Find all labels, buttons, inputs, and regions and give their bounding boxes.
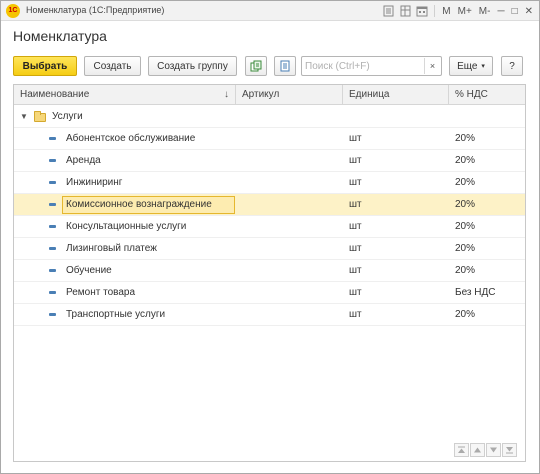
row-vat: 20% [455,133,476,144]
titlebar-separator [434,5,436,17]
row-vat: 20% [455,221,476,232]
row-name: Комиссионное вознаграждение [66,199,212,210]
scroll-down-button[interactable] [486,443,501,457]
row-unit: шт [349,177,362,188]
item-icon [49,313,56,316]
row-name: Аренда [66,155,101,166]
create-button[interactable]: Создать [84,56,141,76]
memory-minus-button[interactable]: M- [477,6,493,17]
search-input[interactable] [305,59,420,73]
row-name: Ремонт товара [66,287,136,298]
item-icon [49,225,56,228]
memory-m-button[interactable]: M [440,6,452,17]
list-mode-button[interactable] [274,56,296,76]
maximize-button[interactable]: □ [510,6,520,17]
table-header: Наименование ↓ Артикул Единица % НДС [14,85,525,105]
row-unit: шт [349,309,362,320]
memory-plus-button[interactable]: M+ [456,6,474,17]
row-vat: Без НДС [455,287,496,298]
table-row[interactable]: Лизинговый платеж шт 20% [14,238,525,260]
row-vat: 20% [455,199,476,210]
copy-icon [250,60,262,72]
column-header-vat[interactable]: % НДС [449,85,525,105]
table-row[interactable]: Консультационные услуги шт 20% [14,216,525,238]
scroll-bottom-button[interactable] [502,443,517,457]
items-table[interactable]: Наименование ↓ Артикул Единица % НДС ▼ У… [13,84,526,462]
table-row[interactable]: Инжиниринг шт 20% [14,172,525,194]
list-icon [280,60,290,72]
scroll-up-button[interactable] [470,443,485,457]
row-vat: 20% [455,309,476,320]
column-name-label: Наименование [20,89,90,100]
row-name: Обучение [66,265,112,276]
table-row[interactable]: Аренда шт 20% [14,150,525,172]
title-bar: 1С Номенклатура (1С:Предприятие) M M+ M-… [1,1,539,21]
page-title: Номенклатура [13,28,107,44]
table-icon[interactable] [398,4,412,18]
column-header-unit[interactable]: Единица [343,85,449,105]
folder-icon [34,111,46,122]
titlebar-controls: M M+ M- ─ □ ✕ [381,3,535,19]
more-button[interactable]: Еще ▾ [449,56,493,76]
row-name: Транспортные услуги [66,309,166,320]
column-header-article[interactable]: Артикул [236,85,343,105]
row-unit: шт [349,199,362,210]
row-vat: 20% [455,155,476,166]
row-unit: шт [349,265,362,276]
app-logo-icon[interactable]: 1С [6,4,20,18]
scroll-top-button[interactable] [454,443,469,457]
table-row[interactable]: Транспортные услуги шт 20% [14,304,525,326]
help-button[interactable]: ? [501,56,523,76]
scroll-navigation [454,443,517,457]
calendar-icon[interactable] [415,4,429,18]
search-box: × [301,56,442,76]
row-unit: шт [349,133,362,144]
row-unit: шт [349,287,362,298]
scroll-top-icon [458,446,465,453]
row-name: Лизинговый платеж [66,243,157,254]
group-row[interactable]: ▼ Услуги [14,106,525,128]
table-row[interactable]: Обучение шт 20% [14,260,525,282]
search-clear-button[interactable]: × [424,58,440,74]
app-window: 1С Номенклатура (1С:Предприятие) M M+ M-… [0,0,540,474]
copy-button[interactable] [245,56,267,76]
row-unit: шт [349,155,362,166]
item-icon [49,203,56,206]
document-icon[interactable] [381,4,395,18]
scroll-bottom-icon [506,447,513,454]
row-name: Абонентское обслуживание [66,133,196,144]
row-name: Консультационные услуги [66,221,187,232]
select-button[interactable]: Выбрать [13,56,77,76]
item-icon [49,137,56,140]
table-row[interactable]: Комиссионное вознаграждение шт 20% [14,194,525,216]
row-vat: 20% [455,265,476,276]
item-icon [49,247,56,250]
item-icon [49,181,56,184]
row-name: Инжиниринг [66,177,123,188]
more-label: Еще [457,60,478,72]
chevron-down-icon: ▾ [481,63,485,70]
column-header-name[interactable]: Наименование ↓ [14,85,236,105]
table-row[interactable]: Ремонт товара шт Без НДС [14,282,525,304]
window-title: Номенклатура (1С:Предприятие) [26,5,165,15]
group-name: Услуги [52,111,83,122]
row-vat: 20% [455,243,476,254]
minimize-button[interactable]: ─ [495,6,506,17]
row-unit: шт [349,243,362,254]
expand-triangle-icon[interactable]: ▼ [20,106,28,128]
row-unit: шт [349,221,362,232]
item-icon [49,291,56,294]
item-icon [49,159,56,162]
sort-arrow-icon: ↓ [224,89,229,100]
create-group-button[interactable]: Создать группу [148,56,237,76]
scroll-down-icon [490,447,497,453]
row-vat: 20% [455,177,476,188]
close-button[interactable]: ✕ [523,6,535,17]
table-row[interactable]: Абонентское обслуживание шт 20% [14,128,525,150]
scroll-up-icon [474,447,481,453]
item-icon [49,269,56,272]
